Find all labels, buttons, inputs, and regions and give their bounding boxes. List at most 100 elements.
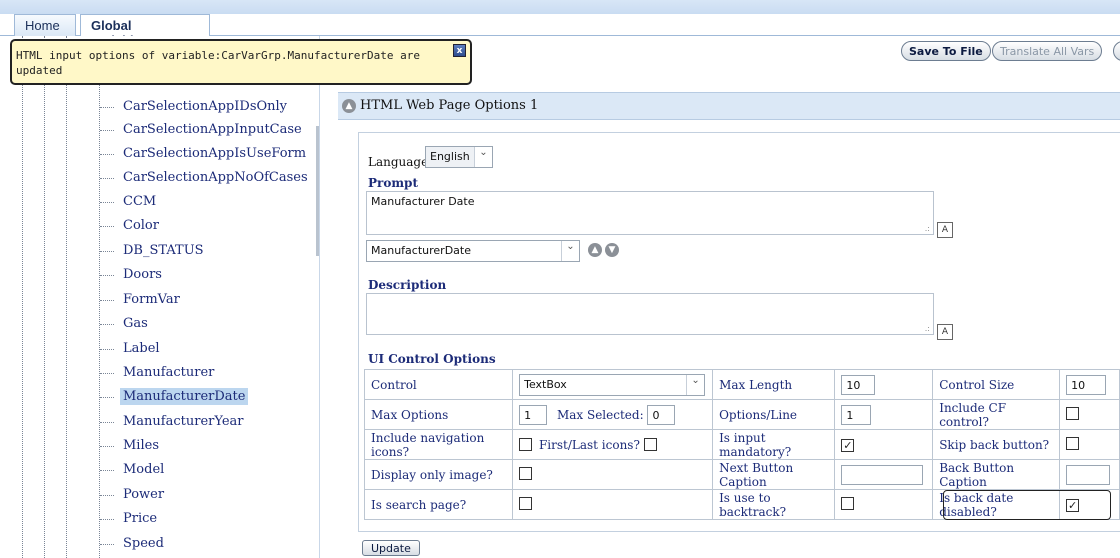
translate-all-vars-button[interactable]: Translate All Vars xyxy=(992,41,1103,61)
prompt-textarea[interactable]: Manufacturer Date .: xyxy=(366,191,934,235)
include-cf-label: Include CF control? xyxy=(932,399,1061,430)
tree-item-label: CarSelectionAppIsUseForm xyxy=(123,146,307,161)
tree-item[interactable]: Model xyxy=(98,459,167,481)
control-value: TextBox xyxy=(524,377,567,391)
tree-guide-line xyxy=(22,36,23,558)
control-label: Control xyxy=(363,369,514,400)
move-down-icon[interactable]: ▼ xyxy=(605,243,619,257)
next-caption-input[interactable] xyxy=(841,464,924,485)
tree-scrollbar[interactable] xyxy=(316,126,319,256)
collapse-icon[interactable]: ▲ xyxy=(342,99,356,113)
search-page-checkbox[interactable] xyxy=(519,496,533,510)
resize-grip-icon[interactable]: .: xyxy=(925,324,930,333)
variable-select-value: ManufacturerDate xyxy=(371,244,471,257)
tree-item[interactable]: Price xyxy=(98,508,160,530)
control-size-input[interactable]: 10 xyxy=(1066,374,1107,395)
options-line-input[interactable]: 1 xyxy=(841,404,872,425)
more-button[interactable] xyxy=(1113,41,1120,61)
variable-select[interactable]: ManufacturerDate ⌄ xyxy=(366,240,580,262)
tab-global-variables[interactable]: Global Variables× xyxy=(80,14,210,48)
max-length-label: Max Length xyxy=(712,369,836,400)
nav-icons-cell: First/Last icons? xyxy=(512,429,714,460)
backtrack-label: Is use to backtrack? xyxy=(712,489,836,520)
tree-item[interactable]: Manufacturer xyxy=(98,362,217,384)
tree-item-label: FormVar xyxy=(123,292,180,307)
back-caption-cell xyxy=(1059,459,1120,490)
control-size-cell: 10 xyxy=(1059,369,1120,400)
language-label: Language: xyxy=(368,155,433,169)
include-cf-checkbox[interactable] xyxy=(1066,406,1080,420)
tree-item[interactable]: Doors xyxy=(98,264,165,286)
control-cell: TextBox ⌄ xyxy=(512,369,714,400)
tree-item[interactable]: Speed xyxy=(98,533,167,555)
search-page-label: Is search page? xyxy=(363,489,514,520)
mandatory-checkbox[interactable]: ✓ xyxy=(841,438,855,452)
tree-item[interactable]: Color xyxy=(98,215,162,237)
tree-guide-line xyxy=(66,36,67,558)
skip-back-checkbox[interactable] xyxy=(1066,436,1080,450)
mandatory-cell: ✓ xyxy=(834,429,934,460)
max-options-input[interactable]: 1 xyxy=(519,404,548,425)
tree-item[interactable]: CarSelectionAppNoOfCases xyxy=(98,167,311,189)
panel-header[interactable]: ▲ HTML Web Page Options 1 xyxy=(338,92,1120,120)
tree-item[interactable]: CarSelectionAppIsUseForm xyxy=(98,143,309,165)
translate-icon[interactable]: A xyxy=(937,222,953,238)
backtrack-checkbox[interactable] xyxy=(841,496,855,510)
table-row: Max Options 1 Max Selected: 0 Options/Li… xyxy=(363,399,1120,430)
tree-item-label: Miles xyxy=(123,438,159,453)
table-row: Is search page? Is use to backtrack? Is … xyxy=(363,489,1120,520)
tree-item-label: DB_STATUS xyxy=(123,243,204,258)
search-page-cell xyxy=(512,489,714,520)
tree-item-selected[interactable]: ManufacturerDate xyxy=(98,386,249,408)
tree-item[interactable]: FormVar xyxy=(98,289,183,311)
first-last-label: First/Last icons? xyxy=(538,437,640,452)
options-line-value: 1 xyxy=(846,408,854,422)
translate-icon[interactable]: A xyxy=(937,324,953,340)
display-image-checkbox[interactable] xyxy=(519,466,533,480)
tree-item[interactable]: Power xyxy=(98,484,167,506)
max-selected-label: Max Selected: xyxy=(556,407,644,422)
close-icon[interactable]: x xyxy=(453,44,466,57)
chevron-down-icon: ⌄ xyxy=(686,374,705,395)
tree-item[interactable]: CarSelectionAppInputCase xyxy=(98,119,305,141)
control-select[interactable]: TextBox ⌄ xyxy=(519,373,706,396)
tree-item-label: Manufacturer xyxy=(123,365,215,380)
tree-item[interactable]: Gas xyxy=(98,313,151,335)
description-textarea[interactable]: .: xyxy=(366,293,934,335)
include-nav-checkbox[interactable] xyxy=(519,438,533,452)
chevron-down-icon: ⌄ xyxy=(561,241,579,261)
back-caption-input[interactable] xyxy=(1066,464,1111,485)
tree-item[interactable]: Label xyxy=(98,338,163,360)
tree-item-label: Power xyxy=(123,487,165,502)
tree-item-label: CarSelectionAppInputCase xyxy=(123,122,302,137)
notification-message: HTML input options of variable:CarVarGrp… xyxy=(16,49,420,77)
control-size-label: Control Size xyxy=(932,369,1061,400)
tree-item-label: Model xyxy=(123,462,165,477)
language-select[interactable]: English ⌄ xyxy=(425,146,493,168)
display-image-cell xyxy=(512,459,714,490)
tree-item[interactable]: ManufacturerYear xyxy=(98,411,246,433)
description-heading: Description xyxy=(368,278,447,292)
back-date-checkbox[interactable]: ✓ xyxy=(1066,498,1080,512)
resize-grip-icon[interactable]: .: xyxy=(925,224,930,233)
tab-strip xyxy=(0,0,1120,14)
max-length-cell: 10 xyxy=(834,369,934,400)
control-size-value: 10 xyxy=(1071,378,1086,392)
move-up-icon[interactable]: ▲ xyxy=(588,243,602,257)
max-length-input[interactable]: 10 xyxy=(841,374,876,395)
tree-item[interactable]: Miles xyxy=(98,435,162,457)
max-selected-input[interactable]: 0 xyxy=(647,404,676,425)
tree-item[interactable]: DB_STATUS xyxy=(98,240,207,262)
max-options-label: Max Options xyxy=(363,399,514,430)
max-length-value: 10 xyxy=(846,378,861,392)
options-line-cell: 1 xyxy=(834,399,934,430)
tree-item[interactable]: CCM xyxy=(98,191,159,213)
update-button[interactable]: Update xyxy=(362,540,420,556)
tree-item[interactable]: CarSelectionAppIDsOnly xyxy=(98,96,290,118)
save-to-file-button[interactable]: Save To File xyxy=(901,41,991,61)
max-selected-value: 0 xyxy=(652,408,660,422)
first-last-checkbox[interactable] xyxy=(643,438,657,452)
tree-guide-line xyxy=(44,36,45,558)
display-image-label: Display only image? xyxy=(363,459,514,490)
tab-home[interactable]: Home xyxy=(14,14,76,36)
